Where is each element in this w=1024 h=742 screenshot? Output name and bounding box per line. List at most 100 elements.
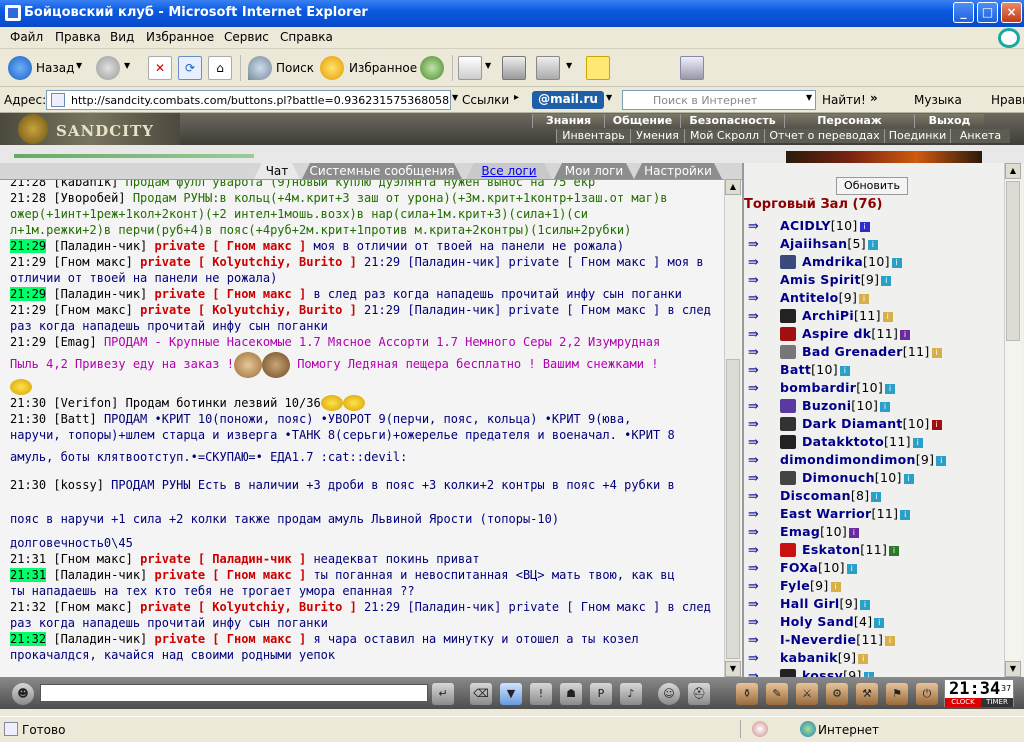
player-row[interactable]: ⇛ Eskaton[11] i	[748, 541, 1006, 559]
private-message-arrow-icon[interactable]: ⇛	[748, 489, 770, 504]
chat-sender[interactable]: [kossy]	[53, 478, 104, 492]
player-info-icon[interactable]: i	[885, 635, 896, 646]
player-name[interactable]: Aspire dk[11] i	[802, 326, 911, 341]
menu-file[interactable]: Файл	[10, 30, 43, 44]
room-scrollbar[interactable]: ▲ ▼	[1004, 163, 1021, 677]
chat-sender[interactable]: [Гном макс]	[53, 255, 140, 269]
tab-all-logs[interactable]: Все логи	[466, 163, 552, 179]
forward-dropdown-icon[interactable]: ▼	[124, 61, 130, 70]
chat-sender[interactable]: [Паладин-чик]	[46, 632, 154, 646]
sound-icon[interactable]: ♪	[620, 683, 642, 705]
notes-icon[interactable]	[586, 56, 610, 80]
player-name[interactable]: kossy[9] i	[802, 668, 874, 677]
player-nick[interactable]: kossy	[802, 668, 843, 677]
back-button-label[interactable]: Назад	[36, 61, 74, 75]
tab-system-messages[interactable]: Системные сообщения	[302, 163, 462, 179]
internet-search-input[interactable]: Поиск в Интернет	[622, 90, 816, 110]
player-info-icon[interactable]: i	[889, 545, 900, 556]
player-info-icon[interactable]: i	[912, 437, 923, 448]
scroll-thumb[interactable]	[726, 359, 740, 659]
private-message-arrow-icon[interactable]: ⇛	[748, 363, 770, 378]
player-row[interactable]: ⇛ Discoman[8] i	[748, 487, 1006, 505]
player-nick[interactable]: Dimonuch	[802, 470, 875, 485]
private-message-arrow-icon[interactable]: ⇛	[748, 327, 770, 342]
private-icon[interactable]: P	[590, 683, 612, 705]
game-subtab-5[interactable]: Анкета	[950, 129, 1010, 143]
player-info-icon[interactable]: i	[931, 347, 942, 358]
player-nick[interactable]: dimondimondimon	[780, 452, 916, 467]
player-name[interactable]: ArchiPi[11] i	[802, 308, 893, 323]
game-tab-1[interactable]: Общение	[604, 114, 680, 128]
mailru-logo[interactable]: @mail.ru	[532, 91, 604, 109]
chat-scrollbar[interactable]: ▲ ▼	[724, 179, 741, 677]
settings-gear-icon[interactable]: ⚙	[826, 683, 848, 705]
player-nick[interactable]: Antitelo	[780, 290, 839, 305]
private-message-arrow-icon[interactable]: ⇛	[748, 615, 770, 630]
player-nick[interactable]: ACIDLY	[780, 218, 831, 233]
private-message-arrow-icon[interactable]: ⇛	[748, 237, 770, 252]
player-info-icon[interactable]: i	[858, 653, 869, 664]
player-name[interactable]: Discoman[8] i	[780, 488, 882, 503]
game-subtab-1[interactable]: Умения	[630, 129, 684, 143]
clan-emblem-icon[interactable]	[780, 543, 796, 557]
player-row[interactable]: ⇛ Ajaiihsan[5] i	[748, 235, 1006, 253]
chat-sender[interactable]: [Уворобей]	[53, 191, 125, 205]
player-name[interactable]: Dimonuch[10] i	[802, 470, 914, 485]
clan-emblem-icon[interactable]	[780, 435, 796, 449]
game-tab-4[interactable]: Выход	[914, 114, 984, 128]
player-name[interactable]: Datakktoto[11] i	[802, 434, 923, 449]
chat-private-recipients[interactable]: private [ Kolyutchiy, Burito ]	[140, 600, 357, 614]
fighter-icon[interactable]: ☗	[560, 683, 582, 705]
chat-sender[interactable]: [Verifon]	[53, 396, 118, 410]
player-info-icon[interactable]: i	[859, 221, 870, 232]
player-nick[interactable]: Amdrika	[802, 254, 863, 269]
private-message-arrow-icon[interactable]: ⇛	[748, 561, 770, 576]
filter-icon[interactable]: ▼	[500, 683, 522, 705]
menu-favorites[interactable]: Избранное	[146, 30, 214, 44]
news-button[interactable]: Нрави	[991, 93, 1024, 107]
game-tab-3[interactable]: Персонаж	[784, 114, 914, 128]
player-row[interactable]: ⇛ ACIDLY[10] i	[748, 217, 1006, 235]
tab-my-logs[interactable]: Мои логи	[554, 163, 634, 179]
favorites-button-label[interactable]: Избранное	[349, 61, 417, 75]
player-info-icon[interactable]: i	[903, 473, 914, 484]
address-input[interactable]: http://sandcity.combats.com/buttons.pl?b…	[46, 90, 451, 110]
private-message-arrow-icon[interactable]: ⇛	[748, 525, 770, 540]
player-nick[interactable]: Amis Spirit	[780, 272, 861, 287]
favorites-star-icon[interactable]	[320, 56, 344, 80]
clan-emblem-icon[interactable]	[780, 255, 796, 269]
player-name[interactable]: bombardir[10] i	[780, 380, 896, 395]
stop-icon[interactable]: ✕	[148, 56, 172, 80]
player-nick[interactable]: Holy Sand	[780, 614, 854, 629]
scroll-icon[interactable]: ✎	[766, 683, 788, 705]
private-message-arrow-icon[interactable]: ⇛	[748, 471, 770, 486]
print-icon[interactable]	[502, 56, 526, 80]
search-go-button[interactable]: Найти!	[822, 93, 866, 107]
player-row[interactable]: ⇛ I-Neverdie[11] i	[748, 631, 1006, 649]
player-info-icon[interactable]: i	[900, 329, 911, 340]
edit-dropdown-icon[interactable]: ▼	[566, 61, 572, 70]
mail-icon[interactable]	[458, 56, 482, 80]
player-name[interactable]: Batt[10] i	[780, 362, 850, 377]
menu-view[interactable]: Вид	[110, 30, 134, 44]
private-message-arrow-icon[interactable]: ⇛	[748, 309, 770, 324]
player-nick[interactable]: Eskaton	[802, 542, 860, 557]
player-name[interactable]: I-Neverdie[11] i	[780, 632, 896, 647]
private-message-arrow-icon[interactable]: ⇛	[748, 381, 770, 396]
player-nick[interactable]: Buzoni	[802, 398, 851, 413]
player-nick[interactable]: Dark Diamant	[802, 416, 903, 431]
back-arrow-icon[interactable]	[8, 56, 32, 80]
chat-log[interactable]: 21:28 [kabanik] Продам фулл уварота (9)н…	[0, 179, 742, 677]
private-message-arrow-icon[interactable]: ⇛	[748, 633, 770, 648]
history-icon[interactable]	[420, 56, 444, 80]
player-nick[interactable]: FOXa	[780, 560, 818, 575]
clear-icon[interactable]: ⌫	[470, 683, 492, 705]
helmet-icon[interactable]: ⛑	[688, 683, 710, 705]
research-icon[interactable]	[680, 56, 704, 80]
music-button[interactable]: Музыка	[914, 93, 962, 107]
refresh-icon[interactable]: ⟳	[178, 56, 202, 80]
private-message-arrow-icon[interactable]: ⇛	[748, 507, 770, 522]
forward-arrow-icon[interactable]	[96, 56, 120, 80]
player-row[interactable]: ⇛ Batt[10] i	[748, 361, 1006, 379]
player-info-icon[interactable]: i	[846, 563, 857, 574]
